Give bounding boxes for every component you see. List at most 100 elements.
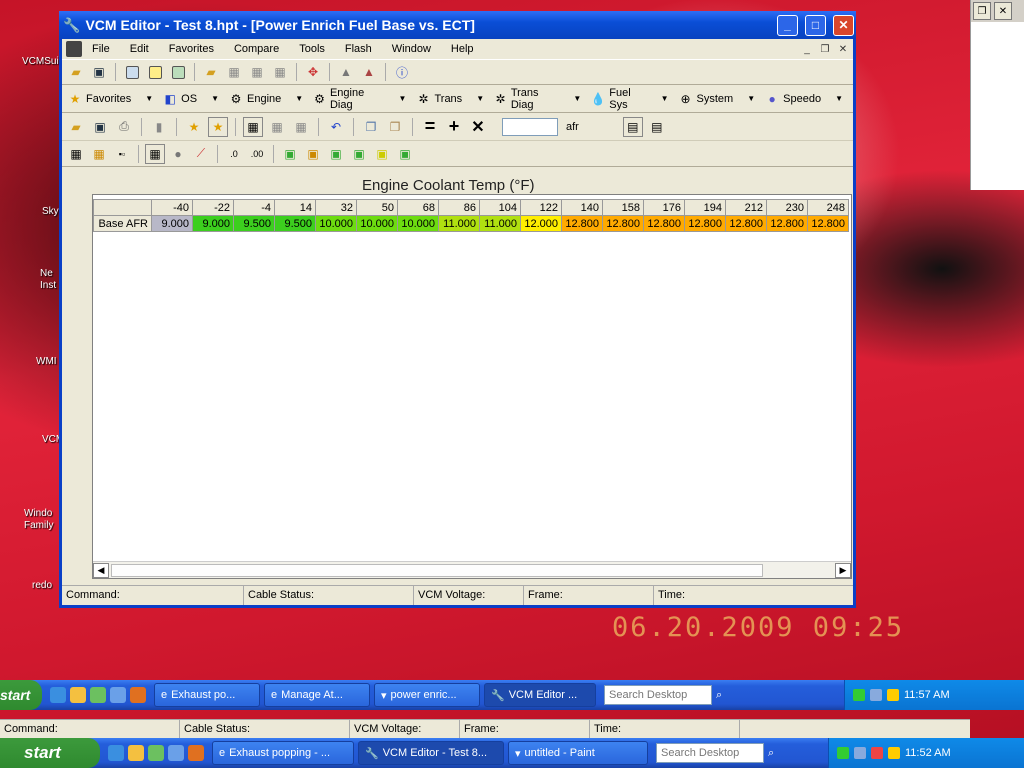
table-cell[interactable]: 10.000 bbox=[315, 215, 357, 232]
firefox-icon[interactable] bbox=[188, 745, 204, 761]
menu-window[interactable]: Window bbox=[382, 43, 441, 55]
table-cell[interactable]: 10.000 bbox=[397, 215, 439, 232]
clock-icon[interactable] bbox=[70, 687, 86, 703]
table-cell[interactable]: 12.000 bbox=[520, 215, 562, 232]
scroll-thumb[interactable] bbox=[111, 563, 763, 577]
column-header[interactable]: 212 bbox=[725, 199, 767, 216]
color-grid-icon[interactable]: ▦ bbox=[89, 144, 109, 164]
start-button[interactable]: start bbox=[0, 680, 42, 710]
table-cell[interactable]: 12.800 bbox=[684, 215, 726, 232]
category-os[interactable]: ◧ OS ▼ bbox=[163, 92, 220, 106]
grid-3-icon[interactable]: ▦ bbox=[270, 62, 290, 82]
category-engine[interactable]: ⚙ Engine ▼ bbox=[229, 92, 304, 106]
chevron-down-icon[interactable]: ▼ bbox=[573, 94, 581, 103]
desktop-icon-windows-family[interactable]: Windo Family bbox=[24, 508, 53, 532]
equals-icon[interactable]: = bbox=[420, 116, 440, 137]
column-header[interactable]: 248 bbox=[807, 199, 849, 216]
save-icon[interactable]: ▣ bbox=[89, 62, 109, 82]
undo-icon[interactable]: ↶ bbox=[326, 117, 346, 137]
category-system[interactable]: ⊕ System ▼ bbox=[679, 92, 756, 106]
title-bar[interactable]: 🔧 VCM Editor - Test 8.hpt - [Power Enric… bbox=[59, 11, 856, 39]
favorite-add-icon[interactable]: ★ bbox=[184, 117, 204, 137]
ie-icon[interactable] bbox=[108, 745, 124, 761]
column-header[interactable]: 104 bbox=[479, 199, 521, 216]
restore-icon[interactable]: ❐ bbox=[973, 2, 991, 20]
favorite-active-icon[interactable]: ★ bbox=[208, 116, 228, 137]
column-header[interactable]: 194 bbox=[684, 199, 726, 216]
chevron-down-icon[interactable]: ▼ bbox=[145, 94, 153, 103]
car-icon[interactable]: ▲ bbox=[336, 62, 356, 82]
paste-icon[interactable]: ❐ bbox=[385, 117, 405, 137]
chevron-down-icon[interactable]: ▼ bbox=[747, 94, 755, 103]
column-header[interactable]: 158 bbox=[602, 199, 644, 216]
decimal-increase-icon[interactable]: .00 bbox=[247, 144, 267, 164]
menu-edit[interactable]: Edit bbox=[120, 43, 159, 55]
network-icon[interactable] bbox=[870, 689, 882, 701]
category-trans-diag[interactable]: ✲ Trans Diag ▼ bbox=[494, 87, 581, 111]
tools-icon[interactable]: ✥ bbox=[303, 62, 323, 82]
menu-file[interactable]: File bbox=[82, 43, 120, 55]
doc-minimize-icon[interactable]: _ bbox=[799, 42, 815, 56]
network-icon[interactable] bbox=[854, 747, 866, 759]
table-cell[interactable]: 12.800 bbox=[725, 215, 767, 232]
vcm-editor-window[interactable]: 🔧 VCM Editor - Test 8.hpt - [Power Enric… bbox=[59, 11, 856, 608]
signal-icon[interactable] bbox=[837, 747, 849, 759]
category-favorites[interactable]: ★ Favorites ▼ bbox=[68, 92, 154, 106]
document-icon[interactable] bbox=[66, 41, 82, 57]
3d-icon[interactable]: ● bbox=[168, 144, 188, 164]
security-icon[interactable] bbox=[871, 747, 883, 759]
scroll-right-icon[interactable]: ▶ bbox=[835, 562, 851, 578]
task-manage[interactable]: e Manage At... bbox=[264, 683, 370, 707]
table-cell[interactable]: 9.000 bbox=[151, 215, 193, 232]
view-graph-icon[interactable]: ▤ bbox=[647, 117, 667, 137]
save-table-icon[interactable]: ▣ bbox=[90, 117, 110, 137]
column-header[interactable]: 50 bbox=[356, 199, 398, 216]
table-cell[interactable]: 11.000 bbox=[479, 215, 521, 232]
search-icon[interactable]: ⌕ bbox=[768, 747, 774, 760]
table-mode-icon[interactable]: ▦ bbox=[145, 143, 165, 164]
table-cell[interactable]: 9.000 bbox=[192, 215, 234, 232]
data-icon[interactable]: ▪▫ bbox=[112, 144, 132, 164]
flash-car-icon[interactable]: ▲ bbox=[359, 62, 379, 82]
task-untitled-paint[interactable]: ▾ untitled - Paint bbox=[508, 741, 648, 765]
chevron-down-icon[interactable]: ▼ bbox=[476, 94, 484, 103]
open-icon[interactable]: ▰ bbox=[66, 117, 86, 137]
desktop-icon-wmi[interactable]: WMI bbox=[36, 356, 57, 368]
column-header[interactable]: 230 bbox=[766, 199, 808, 216]
table-cell[interactable]: 9.500 bbox=[274, 215, 316, 232]
task-exhaust[interactable]: e Exhaust po... bbox=[154, 683, 260, 707]
grid-view-icon[interactable]: ▦ bbox=[66, 144, 86, 164]
copy-icon[interactable]: ❐ bbox=[361, 117, 381, 137]
horizontal-scrollbar[interactable]: ◀ ▶ bbox=[93, 561, 851, 578]
scroll-left-icon[interactable]: ◀ bbox=[93, 562, 109, 578]
chevron-down-icon[interactable]: ▼ bbox=[399, 94, 407, 103]
desktop-icon-vcmsuite[interactable]: VCMSui bbox=[22, 56, 59, 68]
table-cell[interactable]: 12.800 bbox=[766, 215, 808, 232]
category-fuel-sys[interactable]: 💧 Fuel Sys ▼ bbox=[591, 87, 669, 111]
menu-favorites[interactable]: Favorites bbox=[159, 43, 224, 55]
task-exhaust-popping[interactable]: e Exhaust popping - ... bbox=[212, 741, 354, 765]
desktop-icon-net[interactable]: Ne Inst bbox=[40, 268, 56, 292]
table-cell[interactable]: 12.800 bbox=[561, 215, 603, 232]
firefox-icon[interactable] bbox=[130, 687, 146, 703]
shield-icon[interactable] bbox=[887, 689, 899, 701]
selection-icon[interactable]: ▣ bbox=[349, 144, 369, 164]
chevron-down-icon[interactable]: ▼ bbox=[661, 94, 669, 103]
fill-icon[interactable]: ▣ bbox=[372, 144, 392, 164]
open-folder-icon[interactable]: ▰ bbox=[66, 62, 86, 82]
start-button[interactable]: start bbox=[0, 738, 100, 768]
table-cell[interactable]: 9.500 bbox=[233, 215, 275, 232]
close-icon[interactable]: ✕ bbox=[994, 2, 1012, 20]
messenger-icon[interactable] bbox=[90, 687, 106, 703]
signal-icon[interactable] bbox=[853, 689, 865, 701]
task-vcm-editor-test8[interactable]: 🔧 VCM Editor - Test 8... bbox=[358, 741, 504, 765]
menu-tools[interactable]: Tools bbox=[289, 43, 335, 55]
table-cell[interactable]: 12.800 bbox=[602, 215, 644, 232]
chevron-down-icon[interactable]: ▼ bbox=[295, 94, 303, 103]
menu-help[interactable]: Help bbox=[441, 43, 484, 55]
media-icon[interactable] bbox=[110, 687, 126, 703]
close-button[interactable]: ✕ bbox=[833, 14, 854, 36]
value-input[interactable] bbox=[502, 117, 558, 136]
multiply-icon[interactable]: ✕ bbox=[468, 117, 488, 137]
chevron-down-icon[interactable]: ▼ bbox=[835, 94, 843, 103]
